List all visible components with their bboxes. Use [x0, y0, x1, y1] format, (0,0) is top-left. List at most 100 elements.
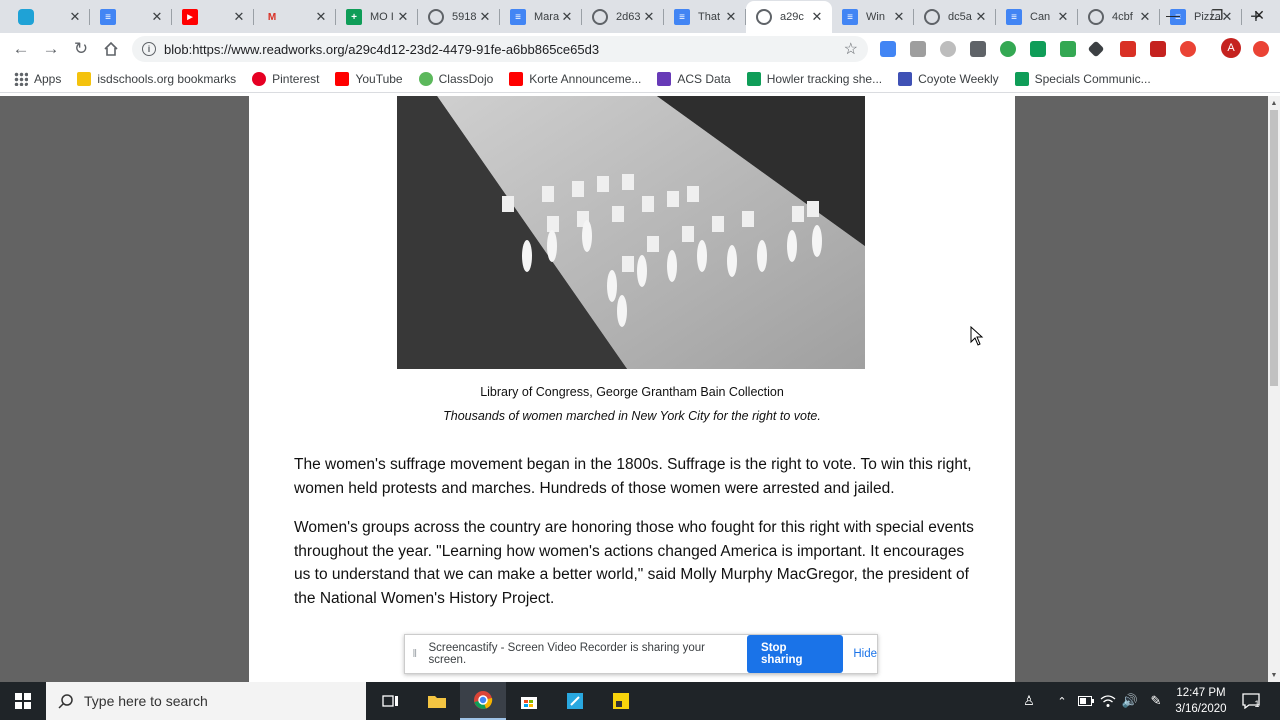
restore-button[interactable]: ❐: [1195, 0, 1239, 30]
reload-button[interactable]: ↻: [66, 35, 96, 63]
bookmark-item[interactable]: isdschools.org bookmarks: [69, 67, 244, 91]
volume-icon[interactable]: 🔊: [1120, 682, 1140, 720]
tab-close-icon[interactable]: ✕: [232, 9, 246, 25]
stop-sharing-button[interactable]: Stop sharing: [747, 635, 844, 673]
extension-icon[interactable]: [940, 41, 956, 57]
tab-close-icon[interactable]: ✕: [1056, 9, 1070, 25]
show-hidden-icons-chevron-icon[interactable]: ⌃: [1052, 682, 1072, 720]
forward-arrow-icon: →: [42, 39, 60, 58]
extension-icon[interactable]: [1253, 41, 1269, 57]
battery-icon[interactable]: [1076, 682, 1096, 720]
action-center-button[interactable]: 1: [1238, 682, 1264, 720]
browser-tab[interactable]: ≡ Win ✕: [832, 1, 914, 33]
globe-icon: [1088, 9, 1104, 25]
browser-tab[interactable]: + MO I ✕: [336, 1, 418, 33]
hide-button[interactable]: Hide: [853, 648, 877, 660]
browser-tab[interactable]: ≡ That ✕: [664, 1, 746, 33]
suffrage-march-photo: [397, 96, 865, 369]
tab-close-icon[interactable]: ✕: [892, 9, 906, 25]
sticky-notes-button[interactable]: [598, 682, 644, 720]
apps-grid-icon: [14, 71, 28, 86]
browser-tab[interactable]: 2d63 ✕: [582, 1, 664, 33]
scroll-down-arrow-icon[interactable]: ▼: [1268, 668, 1280, 682]
tab-close-icon[interactable]: ✕: [314, 9, 328, 25]
scroll-up-arrow-icon[interactable]: ▲: [1268, 96, 1280, 110]
taskbar-search[interactable]: Type here to search: [46, 682, 366, 720]
people-icon[interactable]: ♙: [1018, 682, 1040, 720]
task-view-button[interactable]: [368, 682, 414, 720]
chrome-taskbar-button[interactable]: [460, 682, 506, 720]
bookmarks-bar: Apps isdschools.org bookmarks Pinterest You…: [0, 65, 1280, 93]
browser-tab[interactable]: ✕: [8, 1, 90, 33]
bookmark-label: ACS Data: [677, 71, 731, 86]
extension-icon[interactable]: [1060, 41, 1076, 57]
screencastify-icon[interactable]: [1180, 41, 1196, 57]
bookmark-item[interactable]: YouTube: [327, 67, 410, 91]
bookmark-item[interactable]: Korte Announceme...: [501, 67, 649, 91]
tab-close-icon[interactable]: ✕: [974, 9, 988, 25]
browser-toolbar: ← → ↻ i blob:https://www.readworks.org/a…: [0, 33, 1280, 65]
browser-tab[interactable]: ≡ Can ✕: [996, 1, 1078, 33]
tab-close-icon[interactable]: ✕: [478, 9, 492, 25]
bookmark-label: Korte Announceme...: [529, 71, 642, 86]
bookmark-item[interactable]: Apps: [6, 67, 69, 91]
bookmark-item[interactable]: Pinterest: [244, 67, 327, 91]
tab-close-icon[interactable]: ✕: [560, 9, 574, 25]
start-button[interactable]: [0, 682, 46, 720]
search-icon: [58, 694, 73, 709]
scrollbar-thumb[interactable]: [1270, 110, 1278, 386]
forward-button[interactable]: →: [36, 35, 66, 63]
browser-tab[interactable]: ≡ ✕: [90, 1, 172, 33]
site-info-icon[interactable]: i: [142, 42, 156, 56]
browser-tab[interactable]: 5918 ✕: [418, 1, 500, 33]
drag-handle-icon[interactable]: ‖: [405, 648, 424, 660]
browser-tab[interactable]: ▶ ✕: [172, 1, 254, 33]
browser-tab[interactable]: ≡ Mara ✕: [500, 1, 582, 33]
bookmark-star-icon[interactable]: ☆: [844, 39, 858, 59]
tab-close-icon[interactable]: ✕: [724, 9, 738, 25]
close-window-button[interactable]: ✕: [1237, 0, 1280, 30]
extension-icon[interactable]: [910, 41, 926, 57]
page-scrollbar[interactable]: ▲ ▼: [1268, 96, 1280, 682]
file-explorer-button[interactable]: [414, 682, 460, 720]
extension-icon[interactable]: [1000, 41, 1016, 57]
browser-tab[interactable]: M ✕: [254, 1, 336, 33]
browser-tab[interactable]: 4cbf ✕: [1078, 1, 1160, 33]
photo-caption: Thousands of women marched in New York C…: [443, 409, 821, 423]
wifi-icon[interactable]: [1098, 682, 1118, 720]
tab-close-icon[interactable]: ✕: [642, 9, 656, 25]
notes-app-button[interactable]: [552, 682, 598, 720]
pdf-extension-icon[interactable]: [1150, 41, 1166, 57]
store-button[interactable]: [506, 682, 552, 720]
extension-icon[interactable]: [880, 41, 896, 57]
tab-close-icon[interactable]: ✕: [150, 9, 164, 25]
bookmark-item[interactable]: Howler tracking she...: [739, 67, 890, 91]
bookmark-item[interactable]: Specials Communic...: [1007, 67, 1159, 91]
pen-extension-icon[interactable]: [1087, 40, 1105, 58]
tab-close-icon[interactable]: ✕: [1138, 9, 1152, 25]
tab-close-icon[interactable]: ✕: [810, 9, 824, 25]
minimize-button[interactable]: —: [1151, 0, 1195, 30]
cast-icon[interactable]: [1030, 41, 1046, 57]
address-bar[interactable]: i blob:https://www.readworks.org/a29c4d1…: [132, 36, 868, 62]
back-button[interactable]: ←: [6, 35, 36, 63]
pen-workspace-icon[interactable]: ✎: [1144, 682, 1168, 720]
bookmark-item[interactable]: ACS Data: [649, 67, 738, 91]
extension-icon[interactable]: [1120, 41, 1136, 57]
tab-title: dc5a: [948, 11, 972, 23]
scissors-extension-icon[interactable]: [970, 41, 986, 57]
loop-icon: [18, 9, 34, 25]
profile-avatar[interactable]: A: [1221, 38, 1241, 58]
tab-close-icon[interactable]: ✕: [396, 9, 410, 25]
browser-tab[interactable]: dc5a ✕: [914, 1, 996, 33]
browser-tab[interactable]: a29c ✕: [746, 1, 832, 33]
tab-strip: ✕ ≡ ✕ ▶ ✕ M ✕ + MO I ✕ 5918 ✕ ≡ Mara ✕ 2d63 ✕ ≡ That ✕ a29c ✕…: [0, 0, 1280, 33]
sharing-message: Screencastify - Screen Video Recorder is…: [428, 642, 705, 666]
bookmark-item[interactable]: Coyote Weekly: [890, 67, 1006, 91]
bookmark-item[interactable]: ClassDojo: [411, 67, 502, 91]
back-arrow-icon: ←: [12, 39, 30, 58]
tab-close-icon[interactable]: ✕: [68, 9, 82, 25]
home-button[interactable]: [96, 35, 126, 63]
bookmark-label: Pinterest: [272, 71, 320, 86]
taskbar-clock[interactable]: 12:47 PM 3/16/2020: [1170, 685, 1232, 717]
